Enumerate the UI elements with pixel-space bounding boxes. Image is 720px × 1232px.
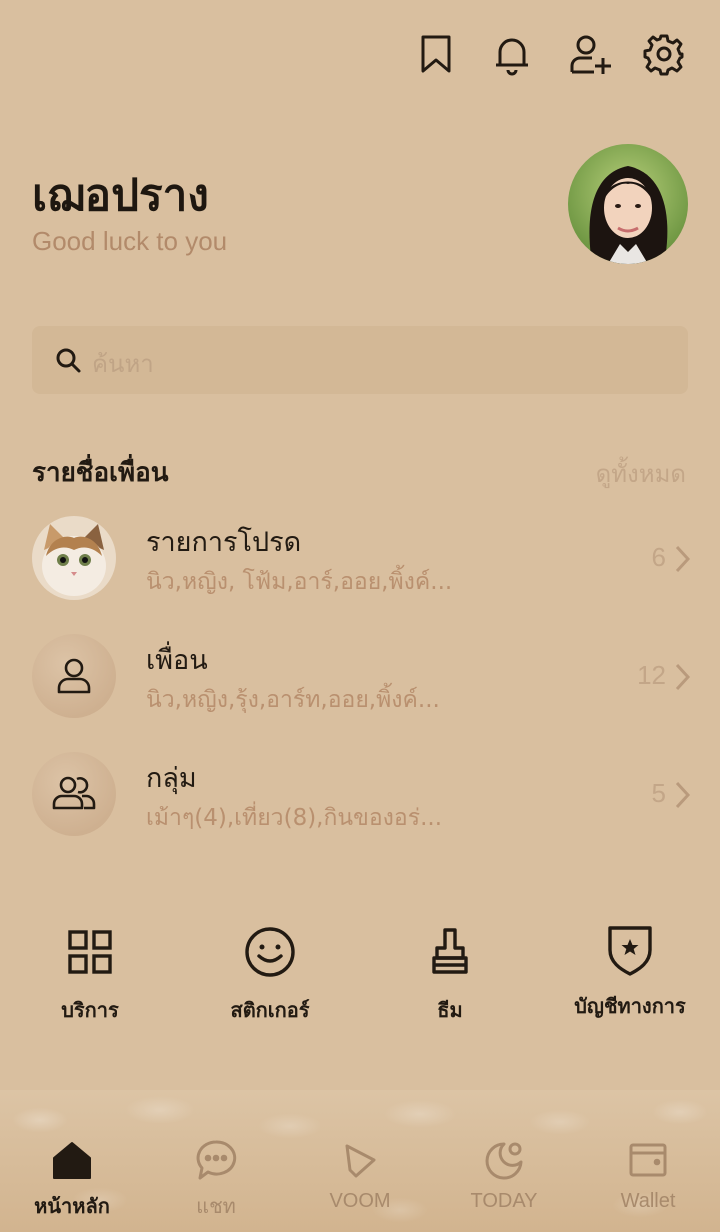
search-icon <box>56 348 81 373</box>
smiley-icon <box>245 927 295 977</box>
list-item-subtitle: เม้าๆ(4),เที่ยว(8),กินของอร่... <box>146 805 443 831</box>
list-item-groups[interactable]: กลุ่ม เม้าๆ(4),เที่ยว(8),กินของอร่... 5 <box>0 752 720 852</box>
search-bar[interactable]: ค้นหา <box>32 326 688 394</box>
chevron-right-icon <box>675 781 691 809</box>
official-account-label: บัญชีทางการ <box>574 994 686 1018</box>
chevron-right-icon <box>675 545 691 573</box>
tab-label: แชท <box>196 1196 236 1218</box>
list-item-friends[interactable]: เพื่อน นิว,หญิง,รุ้ง,อาร์ท,ออย,พิ้งค์...… <box>0 634 720 734</box>
tab-label: TODAY <box>470 1190 538 1212</box>
see-all-link[interactable]: ดูทั้งหมด <box>596 454 686 493</box>
tab-chat[interactable]: แชท <box>144 1138 288 1222</box>
chat-icon <box>196 1140 237 1180</box>
list-item-subtitle: นิว,หญิง, โฟ้ม,อาร์,ออย,พิ้งค์... <box>146 569 453 595</box>
profile-name[interactable]: เฌอปราง <box>32 160 209 230</box>
search-input[interactable]: ค้นหา <box>92 344 154 383</box>
shield-star-icon <box>608 926 652 976</box>
services-button[interactable]: บริการ <box>0 922 180 1026</box>
list-item-count: 12 <box>637 660 666 690</box>
add-friend-icon[interactable] <box>568 32 612 76</box>
tab-label: VOOM <box>329 1190 391 1212</box>
tab-wallet[interactable]: Wallet <box>576 1138 720 1213</box>
sticker-label: สติกเกอร์ <box>230 998 310 1022</box>
brush-icon <box>432 928 468 974</box>
list-item-favorites[interactable]: รายการโปรด นิว,หญิง, โฟ้ม,อาร์,ออย,พิ้งค… <box>0 516 720 616</box>
bottom-tab-bar: หน้าหลัก แชท VOOM TODAY Wallet <box>0 1090 720 1232</box>
list-item-title: เพื่อน <box>146 645 208 676</box>
tab-label: Wallet <box>620 1190 676 1212</box>
bookmark-icon[interactable] <box>414 32 458 76</box>
services-label: บริการ <box>61 998 119 1022</box>
today-icon <box>485 1142 523 1180</box>
theme-button[interactable]: ธีม <box>360 922 540 1026</box>
avatar[interactable] <box>568 144 688 264</box>
tab-home[interactable]: หน้าหลัก <box>0 1138 144 1222</box>
status-message[interactable]: Good luck to you <box>32 226 227 257</box>
chevron-right-icon <box>675 663 691 691</box>
cat-avatar <box>32 516 116 600</box>
list-item-title: กลุ่ม <box>146 763 197 794</box>
theme-label: ธีม <box>437 998 463 1022</box>
grid-icon <box>68 930 112 974</box>
list-item-count: 5 <box>651 778 666 808</box>
list-item-count: 6 <box>651 542 666 572</box>
gear-icon[interactable] <box>642 32 686 76</box>
voom-icon <box>345 1144 376 1178</box>
section-title: รายชื่อเพื่อน <box>32 458 169 488</box>
home-icon <box>53 1142 91 1179</box>
tab-today[interactable]: TODAY <box>432 1138 576 1213</box>
group-icon <box>32 752 116 836</box>
tab-voom[interactable]: VOOM <box>288 1138 432 1213</box>
list-item-title: รายการโปรด <box>146 527 302 558</box>
bell-icon[interactable] <box>490 32 534 76</box>
person-icon <box>32 634 116 718</box>
tab-label: หน้าหลัก <box>34 1196 110 1218</box>
wallet-icon <box>629 1143 667 1177</box>
sticker-button[interactable]: สติกเกอร์ <box>180 922 360 1026</box>
list-item-subtitle: นิว,หญิง,รุ้ง,อาร์ท,ออย,พิ้งค์... <box>146 687 440 713</box>
official-account-button[interactable]: บัญชีทางการ <box>540 918 720 1022</box>
